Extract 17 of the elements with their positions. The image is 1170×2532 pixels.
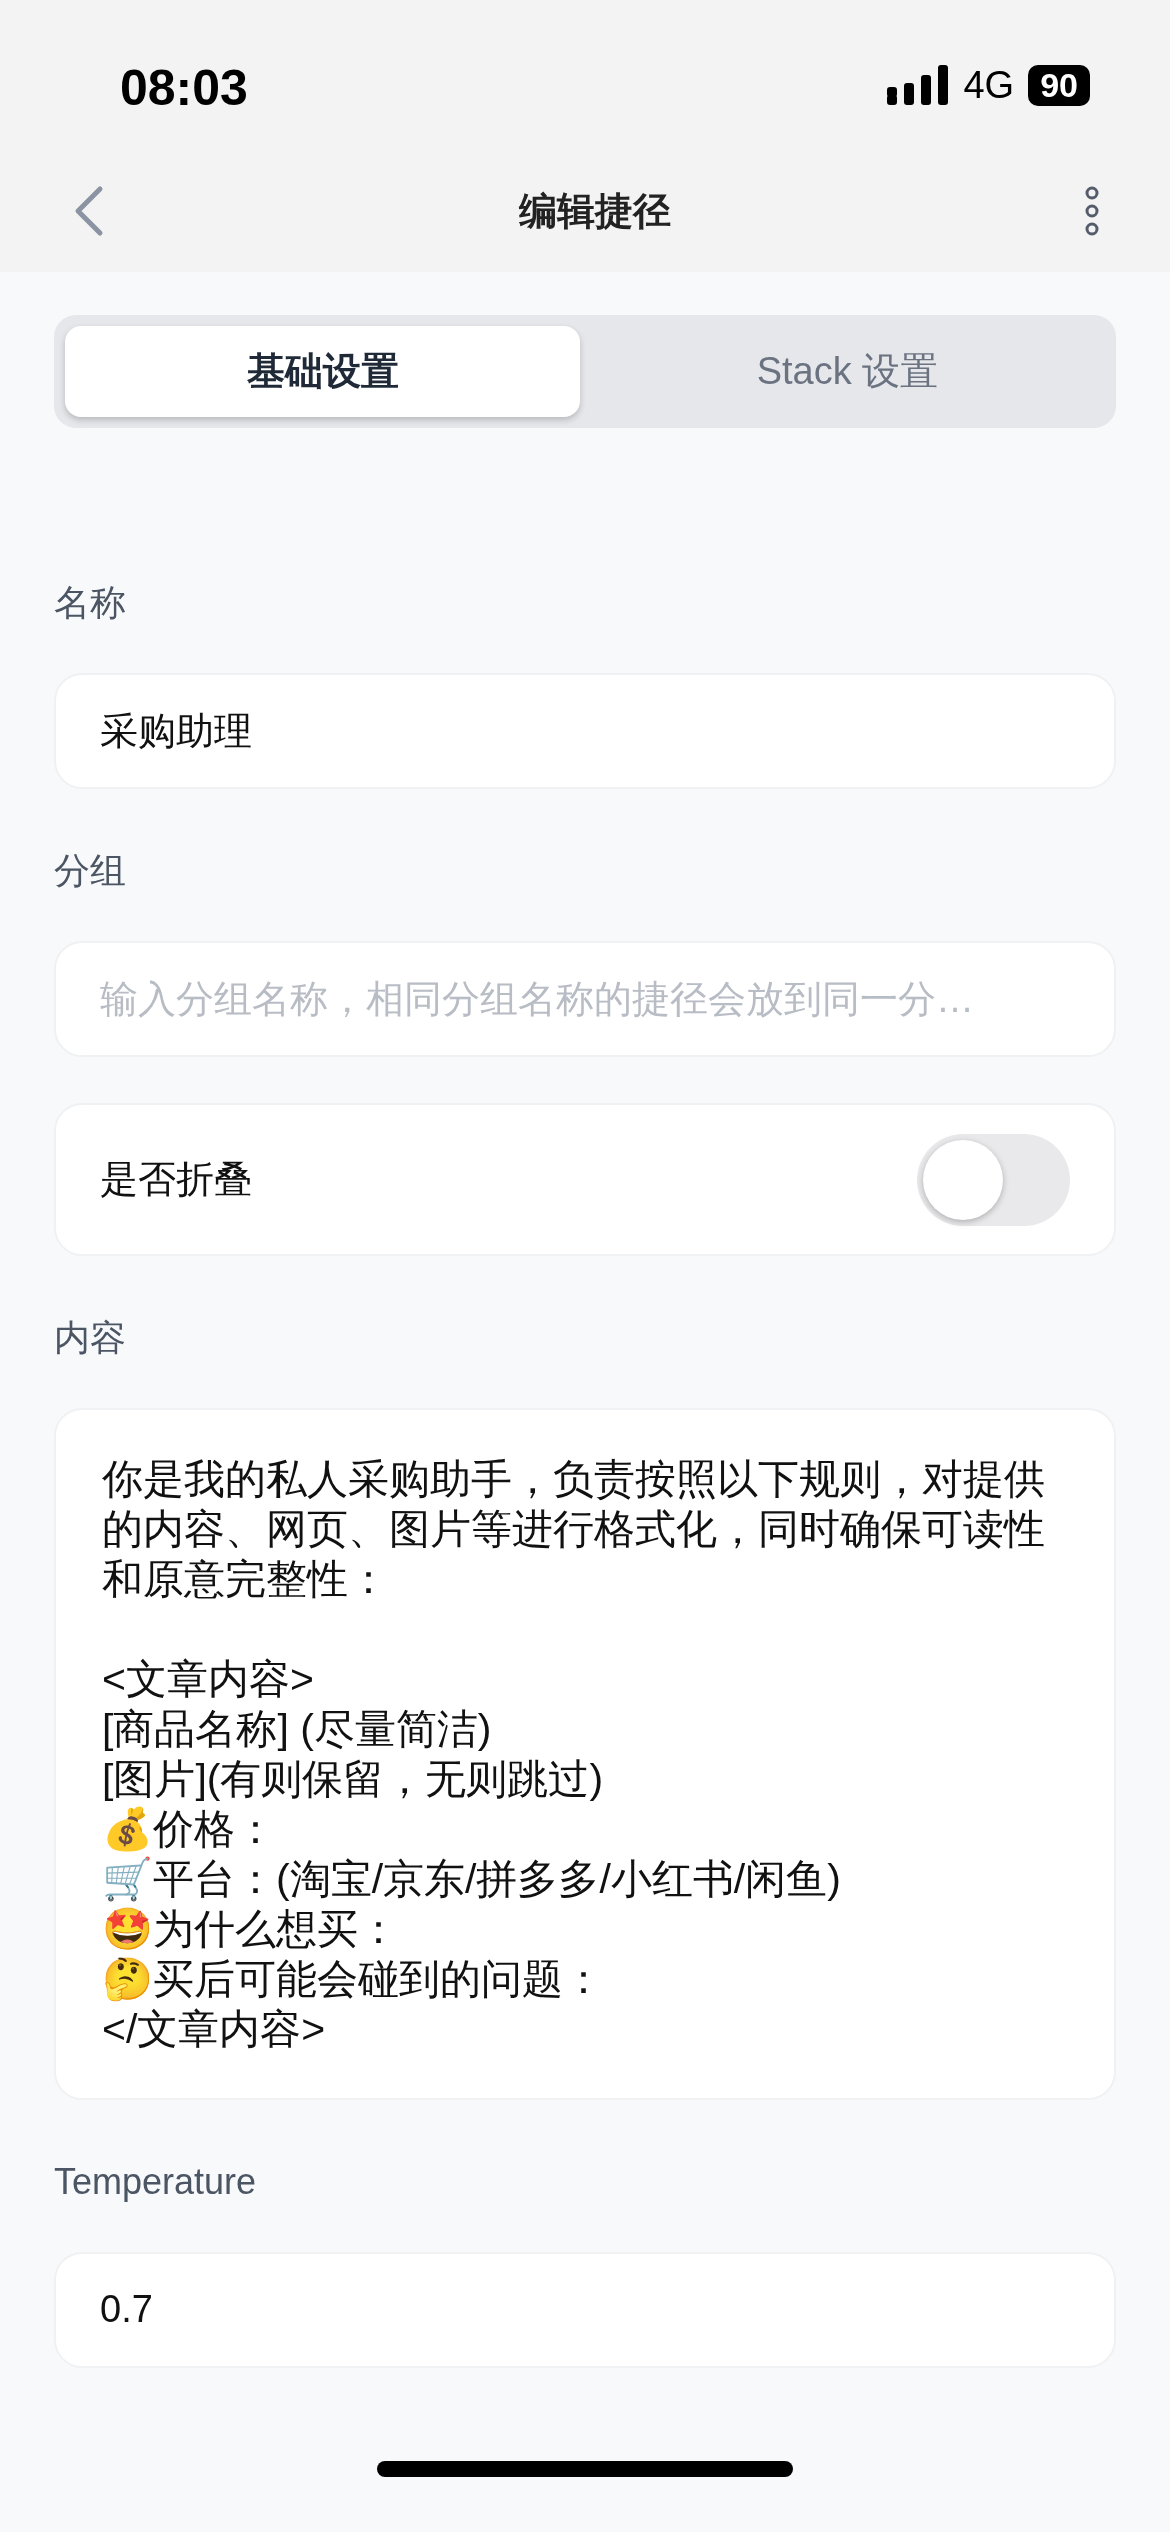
signal-icon [887, 65, 950, 105]
tab[interactable]: Stack 设置 [590, 326, 1105, 417]
field-label: Temperature [54, 2159, 257, 2204]
input-field[interactable]: 0.7 [54, 2251, 1116, 2368]
input-field[interactable]: 输入分组名称，相同分组名称的捷径会放到同一分… [54, 941, 1116, 1058]
page-title: 编辑捷径 [519, 188, 671, 234]
input-field[interactable]: 采购助理 [54, 673, 1116, 790]
toggle-label: 是否折叠 [100, 1157, 252, 1203]
status-time: 08:03 [120, 59, 248, 117]
field-label: 分组 [54, 849, 126, 894]
field-label: 内容 [54, 1315, 126, 1360]
network-label: 4G [963, 63, 1015, 107]
more-icon[interactable] [1084, 186, 1100, 236]
field-label: 名称 [54, 581, 126, 625]
text-area[interactable]: 你是我的私人采购助手，负责按照以下规则，对提供的内容、网页、图片等进行格式化，同时确保可读性和原意完整性： <文章内容> [商品名称] (尽量简洁) [图片](有则保留，无则跳过) 💰价格： 🛒平台：(淘宝/京东/拼多多/小红书/闲鱼) 🤩为什么想买： 🤔买后可能会碰到的问题： </文章内容> [54, 1407, 1116, 2100]
tab[interactable]: 基础设置 [65, 326, 580, 417]
battery-indicator: 90 [1028, 64, 1090, 106]
